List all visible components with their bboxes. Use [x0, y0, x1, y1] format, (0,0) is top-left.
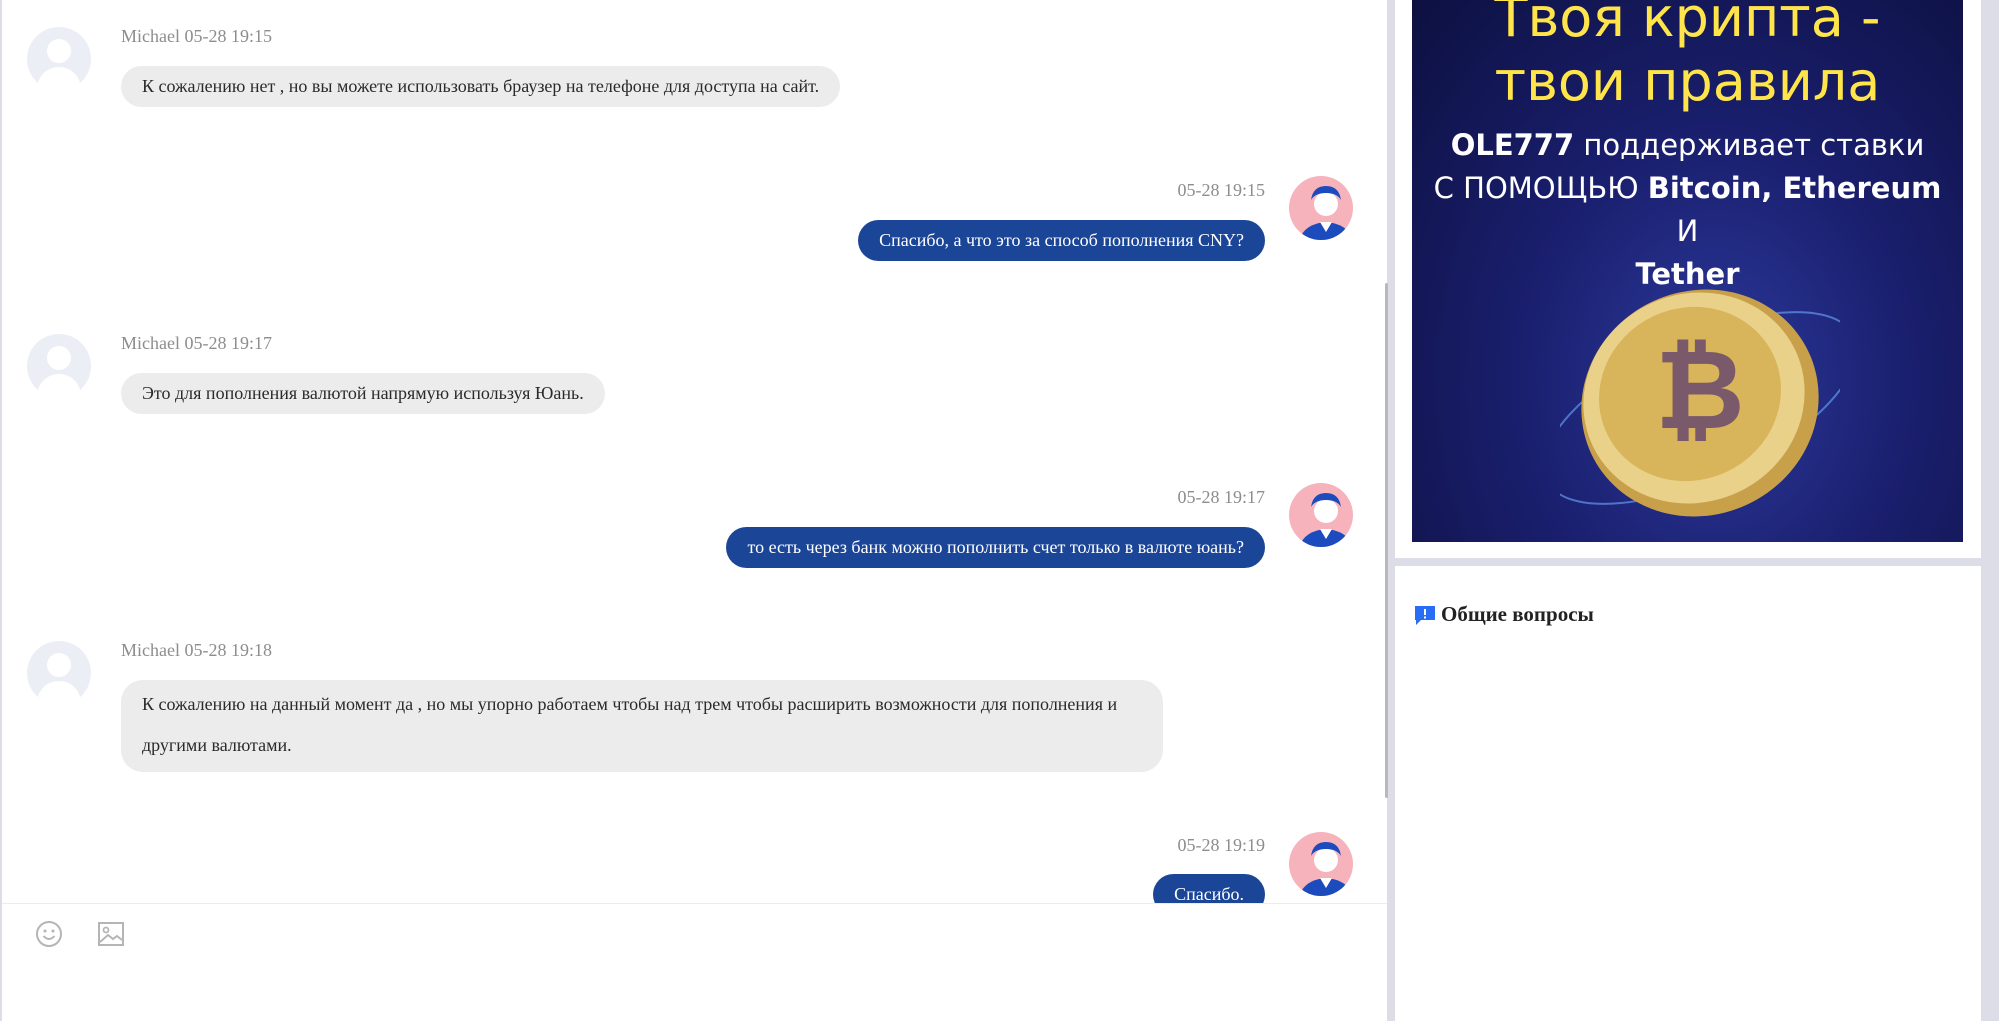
message-bubble: Это для пополнения валютой напрямую испо… [121, 373, 605, 414]
message-meta: Michael 05-28 19:18 [121, 640, 272, 661]
smiley-icon [36, 921, 62, 947]
message-input-area[interactable] [2, 903, 1387, 1021]
banner-headline-2: твои правила [1494, 50, 1881, 113]
faq-card: Общие вопросы [1395, 566, 1981, 1021]
message-alert-icon [1415, 605, 1435, 625]
promo-banner[interactable]: Твоя крипта - твои правила OLE777 поддер… [1412, 0, 1963, 542]
agent-avatar [27, 27, 91, 91]
sender-name: Michael [121, 333, 180, 353]
chat-panel: Michael 05-28 19:15 К сожалению нет , но… [2, 0, 1388, 1021]
message-bubble: Спасибо, а что это за способ пополнения … [858, 220, 1265, 261]
message-time: 05-28 19:17 [184, 333, 272, 353]
faq-title[interactable]: Общие вопросы [1413, 602, 1594, 627]
message-bubble: то есть через банк можно пополнить счет … [726, 527, 1265, 568]
user-avatar [1289, 483, 1353, 547]
message-bubble: Спасибо. [1153, 874, 1265, 903]
message-bubble: К сожалению нет , но вы можете использов… [121, 66, 841, 107]
user-avatar [1289, 832, 1353, 896]
message-meta: Michael 05-28 19:15 [121, 26, 272, 47]
image-icon [98, 922, 124, 946]
sender-name: Michael [121, 26, 180, 46]
message-list[interactable]: Michael 05-28 19:15 К сожалению нет , но… [2, 0, 1387, 903]
message-time: 05-28 19:15 [1177, 180, 1266, 200]
message-time: 05-28 19:19 [1177, 835, 1266, 855]
banner-headline-1: Твоя крипта - [1494, 0, 1881, 49]
faq-title-text: Общие вопросы [1441, 602, 1594, 626]
agent-avatar [27, 334, 91, 398]
agent-avatar [27, 641, 91, 705]
banner-text: OLE777 поддерживает ставки С ПОМОЩЬЮ Bit… [1433, 128, 1942, 291]
message-time: 05-28 19:15 [184, 26, 272, 46]
message-meta: Michael 05-28 19:17 [121, 333, 272, 354]
bitcoin-coin-image: ₿ [1560, 289, 1840, 517]
svg-text:₿: ₿ [1655, 326, 1745, 454]
promo-card: Твоя крипта - твои правила OLE777 поддер… [1395, 0, 1981, 558]
message-time: 05-28 19:17 [1177, 487, 1266, 507]
sidebar: Твоя крипта - твои правила OLE777 поддер… [1395, 0, 1981, 1021]
message-time: 05-28 19:18 [184, 640, 272, 660]
message-bubble: К сожалению на данный момент да , но мы … [121, 680, 1163, 772]
chat-scrollbar-thumb[interactable] [1385, 283, 1388, 798]
user-avatar [1289, 176, 1353, 240]
emoji-button[interactable] [33, 918, 65, 950]
image-upload-button[interactable] [95, 918, 127, 950]
banner-brand: OLE777 [1450, 128, 1575, 162]
sender-name: Michael [121, 640, 180, 660]
